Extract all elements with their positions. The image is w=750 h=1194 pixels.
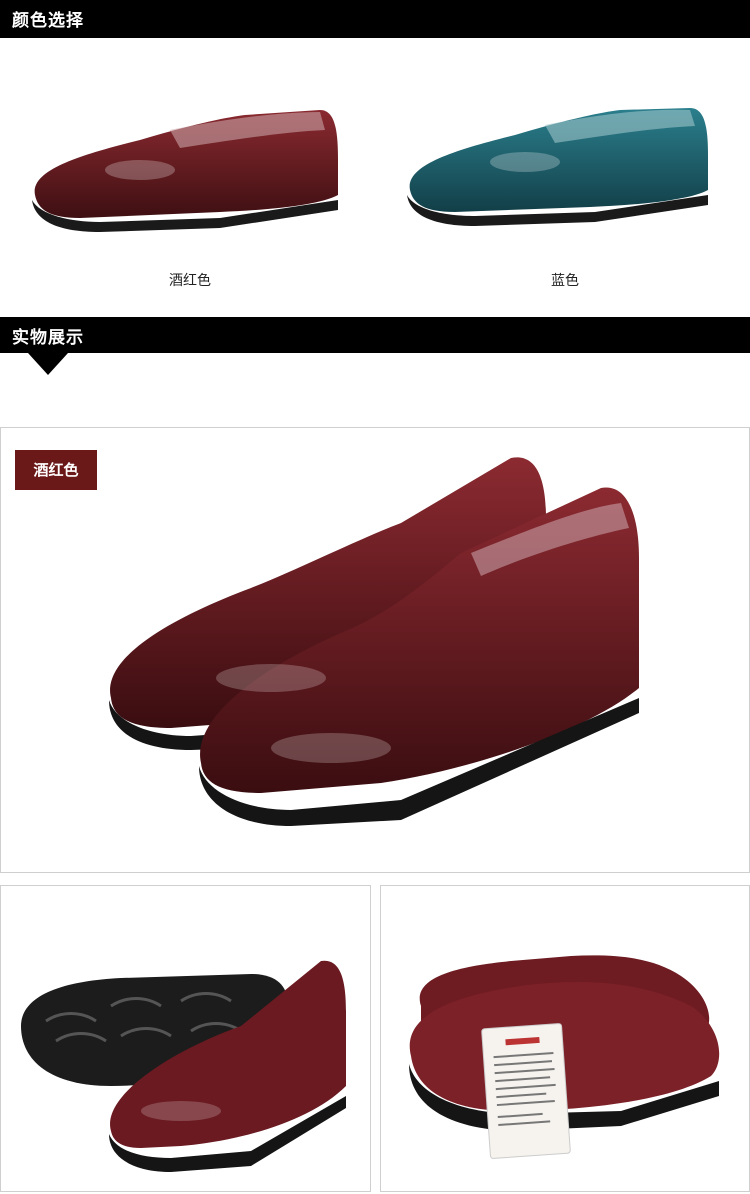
color-option-blue[interactable]: 蓝色: [395, 100, 735, 300]
main-product-photo: 酒红色: [0, 427, 750, 873]
color-select-banner: 颜色选择: [0, 0, 750, 38]
certificate-card-icon: [409, 955, 720, 1159]
banner-pointer: [28, 353, 68, 375]
color-tag: 酒红色: [15, 450, 97, 490]
shoe-sole-icon: [21, 960, 346, 1172]
color-option-burgundy[interactable]: 酒红色: [20, 100, 360, 300]
shoe-burgundy-icon: [32, 110, 338, 232]
certificate-photo: [380, 885, 750, 1192]
color-option-label: 酒红色: [169, 273, 211, 289]
sole-view-photo: [0, 885, 371, 1192]
color-select-title: 颜色选择: [12, 11, 84, 31]
shoe-pair-icon: [109, 457, 639, 826]
showcase-title: 实物展示: [12, 328, 84, 348]
color-option-label: 蓝色: [551, 273, 579, 289]
shoe-blue-icon: [407, 108, 708, 226]
showcase-banner: 实物展示: [0, 317, 750, 375]
